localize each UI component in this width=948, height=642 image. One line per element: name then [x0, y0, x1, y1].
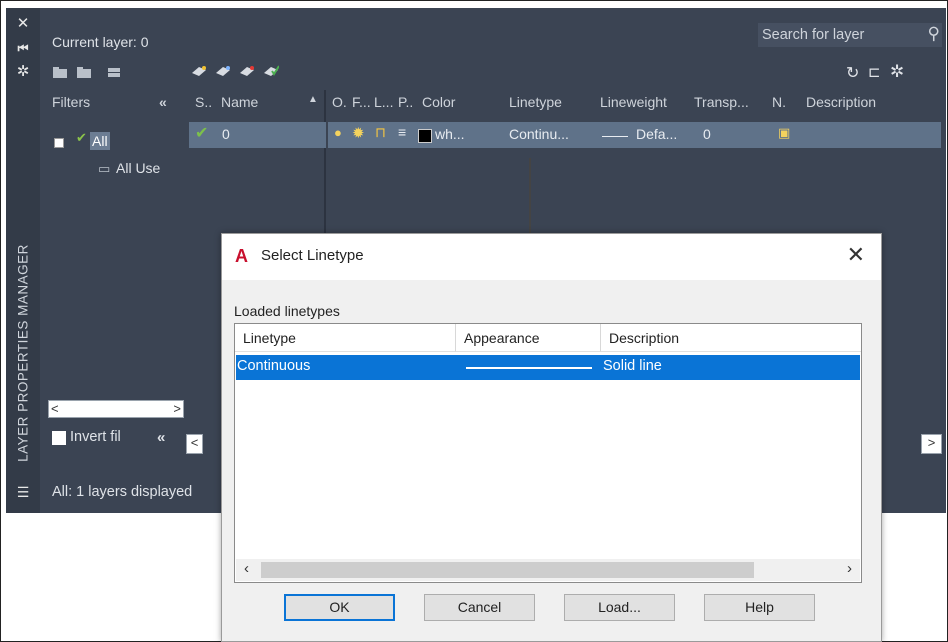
layer-lineweight[interactable]: Defa... — [636, 126, 677, 142]
linetype-description: Solid line — [603, 358, 662, 374]
search-icon: ⚲ — [927, 24, 940, 43]
invert-filter-label: Invert fil — [70, 429, 121, 445]
on-lightbulb-icon[interactable]: ● — [334, 125, 342, 140]
col-transparency[interactable]: Transp... — [694, 94, 749, 110]
load-button[interactable]: Load... — [564, 594, 675, 621]
autohide-icon[interactable]: ⏮ — [14, 40, 32, 56]
layer-name[interactable]: 0 — [222, 126, 230, 142]
close-icon[interactable]: ✕ — [847, 242, 865, 268]
filter-hscrollbar[interactable]: < > — [48, 400, 184, 418]
layer-states-manager-icon[interactable] — [106, 66, 122, 79]
linetype-name: Continuous — [237, 358, 311, 374]
loaded-linetypes-label: Loaded linetypes — [234, 303, 340, 319]
new-vp-freeze-icon[interactable]: ▣ — [778, 125, 790, 141]
filter-all-icon: ✔ — [76, 130, 87, 145]
list-hscrollbar[interactable]: ‹ › — [236, 559, 860, 581]
palette-title: LAYER PROPERTIES MANAGER — [15, 244, 31, 462]
close-icon[interactable]: ✕ — [14, 16, 32, 32]
palette-sidebar: ✕ ⏮ ✲ LAYER PROPERTIES MANAGER ☰ — [6, 8, 40, 513]
new-layer-vp-frozen-icon[interactable] — [215, 65, 231, 78]
col-name[interactable]: Name — [221, 94, 258, 110]
search-placeholder: Search for layer — [762, 27, 865, 43]
unlock-icon[interactable]: ⊓ — [375, 124, 386, 141]
lineweight-sample — [602, 136, 628, 137]
filters-header: Filters — [52, 94, 91, 110]
appearance-sample — [466, 367, 592, 369]
scroll-thumb[interactable] — [261, 562, 754, 578]
tree-collapse-box[interactable] — [54, 138, 64, 148]
layer-linetype[interactable]: Continu... — [509, 126, 569, 142]
invert-filter-checkbox[interactable] — [52, 431, 66, 445]
layer-transparency[interactable]: 0 — [703, 126, 711, 142]
col-lock[interactable]: L... — [374, 94, 393, 110]
delete-layer-icon[interactable] — [239, 65, 255, 78]
row-separator — [326, 122, 328, 148]
col-description[interactable]: Description — [806, 94, 876, 110]
layers-icon: ☰ — [16, 484, 30, 500]
cancel-button[interactable]: Cancel — [424, 594, 535, 621]
filter-all-item[interactable]: All — [90, 132, 110, 150]
col-color[interactable]: Color — [422, 94, 455, 110]
col-appearance-header[interactable]: Appearance — [456, 324, 601, 352]
col-plot[interactable]: P.. — [398, 94, 413, 110]
layer-color[interactable]: wh... — [435, 126, 465, 142]
refresh-icon[interactable]: ↻ — [846, 63, 859, 83]
ok-button[interactable]: OK — [284, 594, 395, 621]
current-layer-check-icon: ✔ — [195, 125, 209, 142]
col-status[interactable]: S.. — [195, 94, 212, 110]
col-linetype-header[interactable]: Linetype — [235, 324, 456, 352]
thaw-sun-icon[interactable]: ✹ — [352, 124, 365, 142]
new-layer-icon[interactable] — [191, 65, 207, 78]
col-freeze[interactable]: F... — [352, 94, 371, 110]
scroll-right-icon[interactable]: › — [847, 560, 852, 577]
col-on[interactable]: O. — [332, 94, 347, 110]
list-scroll-right[interactable]: > — [921, 434, 942, 454]
filter-all-used-item[interactable]: All Use — [116, 160, 160, 176]
settings-icon[interactable]: ✲ — [890, 62, 904, 82]
plot-printer-icon[interactable]: ≡ — [398, 124, 406, 140]
list-item[interactable]: Continuous Solid line — [236, 355, 860, 380]
collapse-filters-button[interactable]: « — [159, 94, 167, 110]
col-lineweight[interactable]: Lineweight — [600, 94, 667, 110]
expand-filter-button[interactable]: « — [157, 429, 165, 446]
col-description-header[interactable]: Description — [601, 324, 861, 352]
col-new-vp-freeze[interactable]: N. — [772, 94, 786, 110]
status-bar: All: 1 layers displayed — [52, 484, 193, 500]
help-button[interactable]: Help — [704, 594, 815, 621]
folder-icon: ▭ — [98, 161, 111, 176]
set-current-icon[interactable] — [263, 65, 279, 78]
col-linetype[interactable]: Linetype — [509, 94, 562, 110]
layer-search-input[interactable]: Search for layer ⚲ — [758, 23, 942, 47]
dialog-title: Select Linetype — [261, 247, 364, 264]
transparency-icon[interactable]: ⊏ — [868, 63, 881, 81]
color-swatch[interactable] — [418, 129, 432, 143]
linetype-list[interactable]: Linetype Appearance Description Continuo… — [234, 323, 862, 583]
select-linetype-dialog: A Select Linetype ✕ Loaded linetypes Lin… — [221, 233, 882, 642]
current-layer-label: Current layer: 0 — [52, 34, 149, 50]
new-property-filter-icon[interactable] — [52, 66, 68, 79]
scroll-left-icon[interactable]: ‹ — [244, 560, 249, 577]
properties-icon[interactable]: ✲ — [14, 64, 32, 80]
sort-asc-icon: ▲ — [308, 94, 318, 105]
new-group-filter-icon[interactable] — [76, 66, 92, 79]
list-scroll-left[interactable]: < — [186, 434, 203, 454]
autocad-logo: A — [235, 246, 248, 266]
